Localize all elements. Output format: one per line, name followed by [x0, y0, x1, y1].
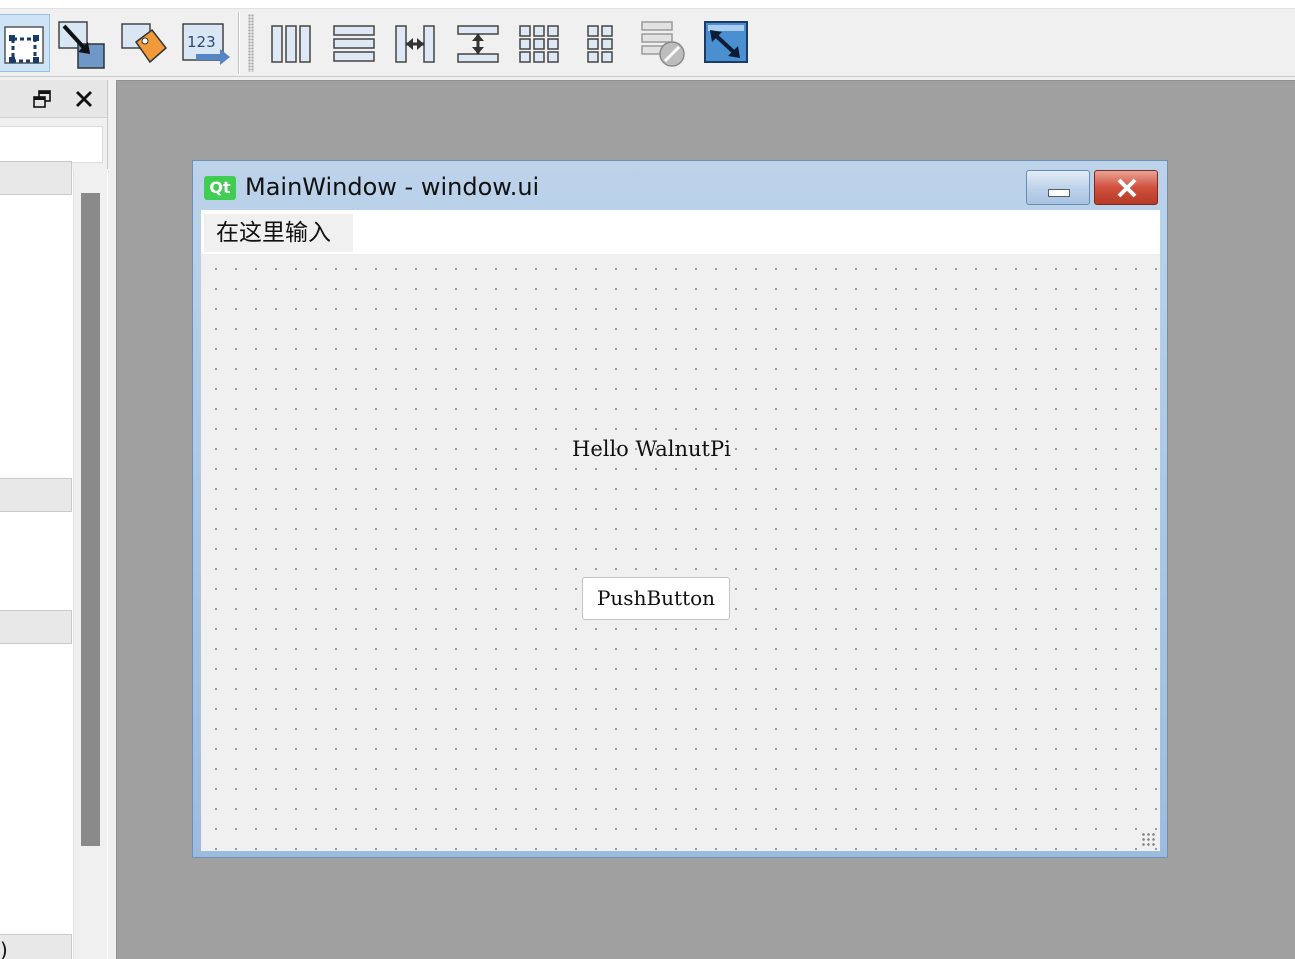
layout-vertically-button[interactable]	[328, 14, 380, 72]
form-window-title: MainWindow - window.ui	[245, 173, 540, 201]
widget-list: )	[0, 161, 108, 959]
qt-logo-icon: Qt	[204, 176, 236, 200]
break-layout-icon	[641, 21, 685, 67]
widget-box-dock: )	[0, 80, 108, 959]
edit-signals-slots-button[interactable]	[56, 14, 108, 72]
form-client-area: 在这里输入 Hello WalnutPi PushButton	[201, 210, 1160, 851]
buddies-tag-icon	[121, 23, 168, 64]
widget-category-header[interactable]	[0, 478, 72, 512]
minimize-icon	[1048, 189, 1070, 197]
widget-list-scrollbar[interactable]	[73, 169, 107, 959]
dock-title-bar	[0, 80, 107, 118]
menu-bar: 在这里输入	[201, 210, 1160, 254]
edit-buddies-button[interactable]	[118, 14, 170, 72]
layout-vertical-icon	[333, 25, 375, 62]
hello-label[interactable]: Hello WalnutPi	[572, 437, 731, 461]
form-canvas[interactable]: Hello WalnutPi PushButton	[201, 254, 1160, 851]
toolbar-top-edge	[0, 0, 1295, 9]
edit-tab-order-button[interactable]: 123	[180, 14, 232, 72]
tab-order-icon: 123	[182, 23, 230, 65]
svg-text:123: 123	[187, 33, 216, 51]
widget-category-header[interactable]: )	[0, 934, 72, 959]
float-dock-icon[interactable]	[33, 90, 51, 108]
edit-widgets-button[interactable]	[0, 14, 50, 72]
scrollbar-thumb[interactable]	[81, 193, 100, 846]
layout-horizontally-button[interactable]	[266, 14, 318, 72]
toolbar-grip[interactable]	[248, 14, 254, 72]
layout-in-grid-button[interactable]	[514, 14, 566, 72]
edit-widgets-icon	[4, 26, 44, 64]
toolbar-separator	[238, 12, 240, 74]
widget-filter-input[interactable]	[0, 126, 103, 163]
layout-in-form-button[interactable]	[576, 14, 628, 72]
form-layout-icon	[587, 25, 613, 63]
horizontal-splitter-icon	[395, 25, 435, 63]
adjust-size-icon	[704, 21, 748, 63]
layout-horizontal-splitter-button[interactable]	[390, 14, 442, 72]
vertical-splitter-icon	[457, 25, 499, 63]
close-icon	[1117, 178, 1137, 198]
widget-category-label: )	[0, 938, 8, 959]
minimize-button[interactable]	[1026, 170, 1090, 205]
widget-category-header[interactable]	[0, 161, 72, 195]
form-window-title-bar[interactable]: Qt MainWindow - window.ui	[193, 161, 1167, 209]
push-button[interactable]: PushButton	[582, 577, 730, 620]
form-window[interactable]: Qt MainWindow - window.ui 在这里输入 Hello Wa…	[192, 160, 1168, 858]
close-button[interactable]	[1094, 170, 1158, 205]
layout-horizontal-icon	[271, 25, 311, 63]
break-layout-button[interactable]	[638, 14, 690, 72]
adjust-size-button[interactable]	[700, 14, 752, 72]
menu-type-here[interactable]: 在这里输入	[204, 214, 353, 252]
layout-vertical-splitter-button[interactable]	[452, 14, 504, 72]
close-dock-icon[interactable]	[73, 88, 95, 110]
resize-grip[interactable]	[1141, 832, 1157, 848]
widget-category-header[interactable]	[0, 610, 72, 644]
designer-toolbar: 123	[0, 0, 1295, 77]
grid-layout-icon	[519, 25, 559, 63]
signals-slots-icon	[58, 21, 105, 69]
